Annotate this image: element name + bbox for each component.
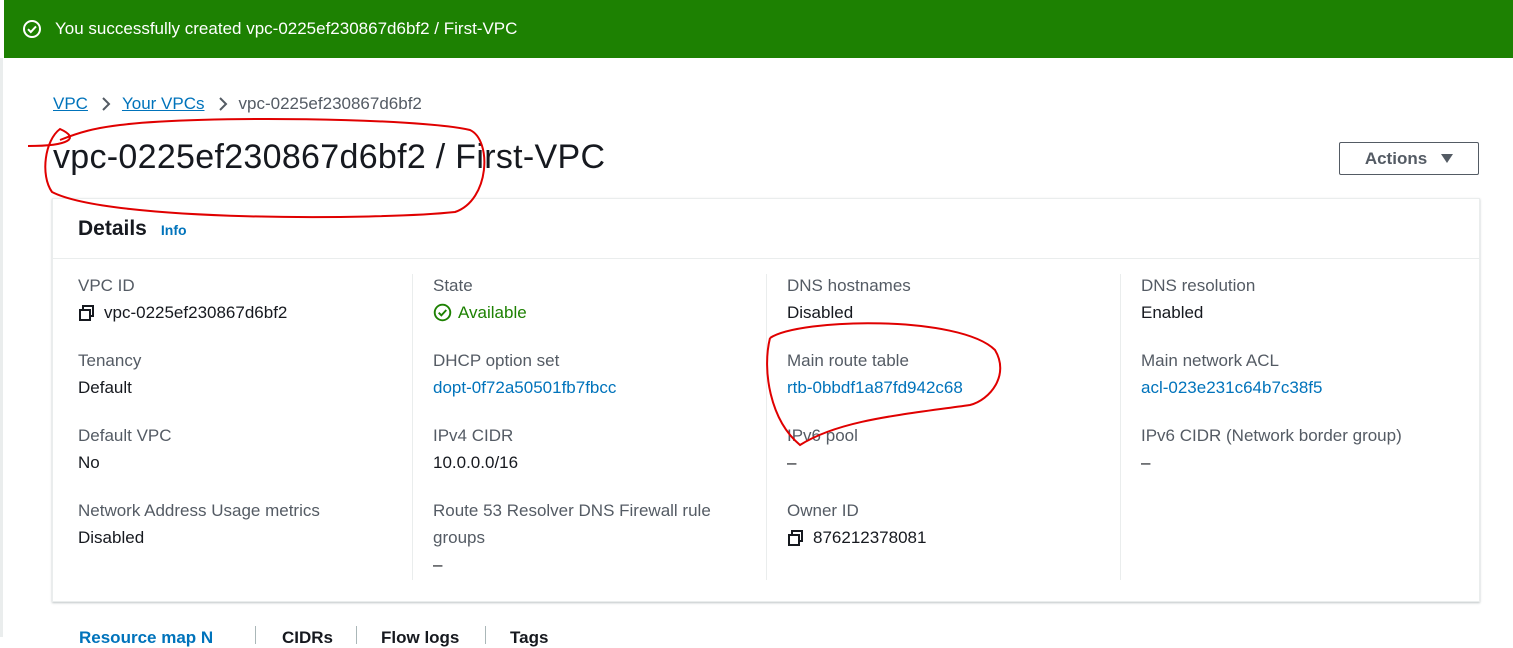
vpc-id-field: VPC ID vpc-0225ef230867d6bf2 [78, 272, 287, 326]
main-network-acl-field: Main network ACL acl-023e231c64b7c38f5 [1141, 347, 1322, 401]
field-label: Default VPC [78, 426, 172, 445]
success-flash-banner: You successfully created vpc-0225ef23086… [4, 0, 1513, 58]
field-value: Disabled [787, 303, 854, 322]
field-value: Disabled [78, 528, 145, 547]
tab-divider [485, 626, 486, 644]
left-edge-border [0, 58, 3, 637]
dns-resolution-field: DNS resolution Enabled [1141, 272, 1255, 326]
default-vpc-field: Default VPC No [78, 422, 172, 476]
field-value: vpc-0225ef230867d6bf2 [78, 299, 287, 326]
dns-hostnames-field: DNS hostnames Disabled [787, 272, 911, 326]
main-route-table-link[interactable]: rtb-0bbdf1a87fd942c68 [787, 374, 963, 401]
details-columns: VPC ID vpc-0225ef230867d6bf2 Tenancy Def… [53, 260, 1479, 580]
field-label: DNS hostnames [787, 276, 911, 295]
tab-divider [255, 626, 256, 644]
route53-firewall-field: Route 53 Resolver DNS Firewall rule grou… [433, 497, 711, 578]
field-value: No [78, 453, 100, 472]
chevron-right-icon [218, 96, 228, 112]
field-label: Main network ACL [1141, 351, 1279, 370]
flash-message: You successfully created vpc-0225ef23086… [55, 19, 518, 38]
details-header: Details Info [53, 199, 1479, 259]
breadcrumb: VPC Your VPCs vpc-0225ef230867d6bf2 [53, 94, 422, 114]
field-label: Route 53 Resolver DNS Firewall rule [433, 501, 711, 520]
field-label: IPv6 pool [787, 426, 858, 445]
field-label: IPv4 CIDR [433, 426, 514, 445]
field-value: Enabled [1141, 303, 1204, 322]
field-label: Main route table [787, 351, 909, 370]
actions-dropdown-button[interactable]: Actions [1339, 142, 1479, 175]
success-check-icon [22, 19, 42, 39]
breadcrumb-vpc-link[interactable]: VPC [53, 94, 88, 114]
column-divider [1120, 274, 1121, 580]
caret-down-icon [1441, 153, 1454, 164]
field-value: – [787, 453, 797, 472]
network-address-usage-field: Network Address Usage metrics Disabled [78, 497, 320, 551]
chevron-right-icon [101, 96, 111, 112]
tab-divider [356, 626, 357, 644]
owner-id-value: 876212378081 [813, 528, 927, 547]
dhcp-option-set-field: DHCP option set dopt-0f72a50501fb7fbcc [433, 347, 616, 401]
page-title: vpc-0225ef230867d6bf2 / First-VPC [53, 138, 606, 176]
copy-icon[interactable] [787, 529, 805, 547]
field-value: – [433, 555, 443, 574]
field-value: 876212378081 [787, 524, 926, 551]
tenancy-field: Tenancy Default [78, 347, 141, 401]
field-value: Default [78, 378, 132, 397]
field-label: VPC ID [78, 276, 135, 295]
tabs-row: Resource map N CIDRs Flow logs Tags [52, 624, 1480, 647]
tab-resource-map[interactable]: Resource map N [79, 628, 213, 648]
main-route-table-field: Main route table rtb-0bbdf1a87fd942c68 [787, 347, 963, 401]
state-value: Available [458, 303, 527, 322]
ipv6-cidr-field: IPv6 CIDR (Network border group) – [1141, 422, 1402, 476]
field-label: Network Address Usage metrics [78, 501, 320, 520]
tab-tags[interactable]: Tags [510, 628, 548, 648]
tab-flow-logs[interactable]: Flow logs [381, 628, 459, 648]
ipv4-cidr-field: IPv4 CIDR 10.0.0.0/16 [433, 422, 518, 476]
details-title: Details [78, 216, 147, 240]
main-network-acl-link[interactable]: acl-023e231c64b7c38f5 [1141, 374, 1322, 401]
breadcrumb-current: vpc-0225ef230867d6bf2 [238, 94, 422, 113]
field-label: DHCP option set [433, 351, 560, 370]
breadcrumb-your-vpcs-link[interactable]: Your VPCs [122, 94, 205, 114]
dhcp-option-set-link[interactable]: dopt-0f72a50501fb7fbcc [433, 374, 616, 401]
field-value: 10.0.0.0/16 [433, 453, 519, 472]
field-label: IPv6 CIDR (Network border group) [1141, 426, 1402, 445]
copy-icon[interactable] [78, 304, 96, 322]
field-label: State [433, 276, 473, 295]
tab-cidrs[interactable]: CIDRs [282, 628, 333, 648]
status-available-icon [433, 303, 452, 322]
field-value: – [1141, 453, 1151, 472]
owner-id-field: Owner ID 876212378081 [787, 497, 926, 551]
column-divider [412, 274, 413, 580]
details-panel: Details Info VPC ID vpc-0225ef230867d6bf… [52, 198, 1480, 602]
actions-label: Actions [1364, 148, 1428, 168]
ipv6-pool-field: IPv6 pool – [787, 422, 858, 476]
state-field: State Available [433, 272, 527, 326]
column-divider [766, 274, 767, 580]
field-label-continued: groups [433, 528, 485, 547]
field-label: Owner ID [787, 501, 859, 520]
field-label: Tenancy [78, 351, 142, 370]
field-label: DNS resolution [1141, 276, 1256, 295]
vpc-id-value: vpc-0225ef230867d6bf2 [104, 303, 288, 322]
info-link[interactable]: Info [161, 222, 187, 238]
field-value: Available [433, 299, 527, 326]
